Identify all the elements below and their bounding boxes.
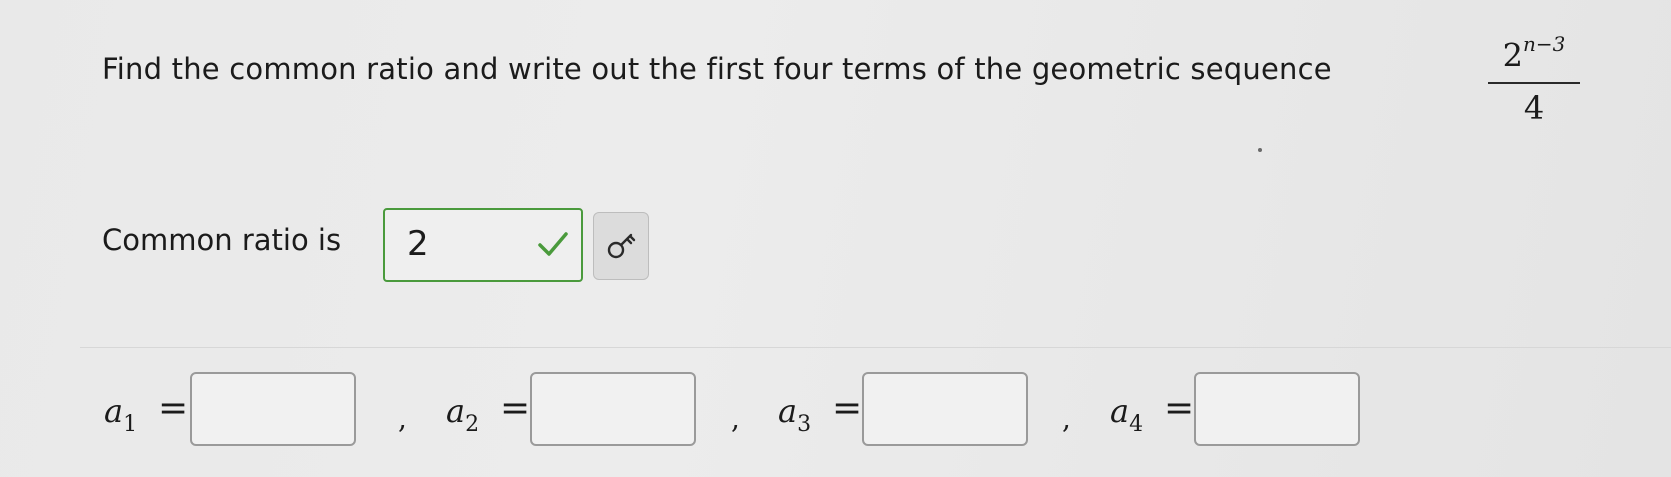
term-a3-input[interactable] [862, 372, 1028, 446]
formula-base: 2 [1502, 36, 1523, 75]
show-answer-key-button[interactable] [593, 212, 649, 280]
check-icon [538, 232, 568, 256]
formula-numerator: 2n−3 [1488, 30, 1580, 74]
common-ratio-input[interactable]: 2 [383, 208, 583, 282]
question-text: Find the common ratio and write out the … [102, 52, 1332, 86]
sequence-formula: 2n−3 4 [1488, 30, 1580, 126]
term-a2-input[interactable] [530, 372, 696, 446]
formula-denominator: 4 [1523, 88, 1545, 127]
common-ratio-label: Common ratio is [102, 223, 342, 257]
common-ratio-value: 2 [407, 224, 429, 264]
screen-speck [1258, 148, 1262, 152]
equals-sign: = [1164, 388, 1195, 429]
comma-separator: , [1062, 402, 1071, 435]
section-divider [80, 347, 1671, 348]
comma-separator: , [731, 402, 740, 435]
term-a1-label: a1 [104, 392, 138, 438]
term-a4-input[interactable] [1194, 372, 1360, 446]
fraction-bar [1488, 81, 1580, 84]
equals-sign: = [832, 388, 863, 429]
equals-sign: = [500, 388, 531, 429]
term-a3-label: a3 [778, 392, 812, 438]
formula-exponent: n−3 [1522, 32, 1566, 56]
equals-sign: = [158, 388, 189, 429]
comma-separator: , [398, 402, 407, 435]
term-a2-label: a2 [446, 392, 480, 438]
term-a4-label: a4 [1110, 392, 1144, 438]
key-icon [607, 233, 636, 259]
term-a1-input[interactable] [190, 372, 356, 446]
